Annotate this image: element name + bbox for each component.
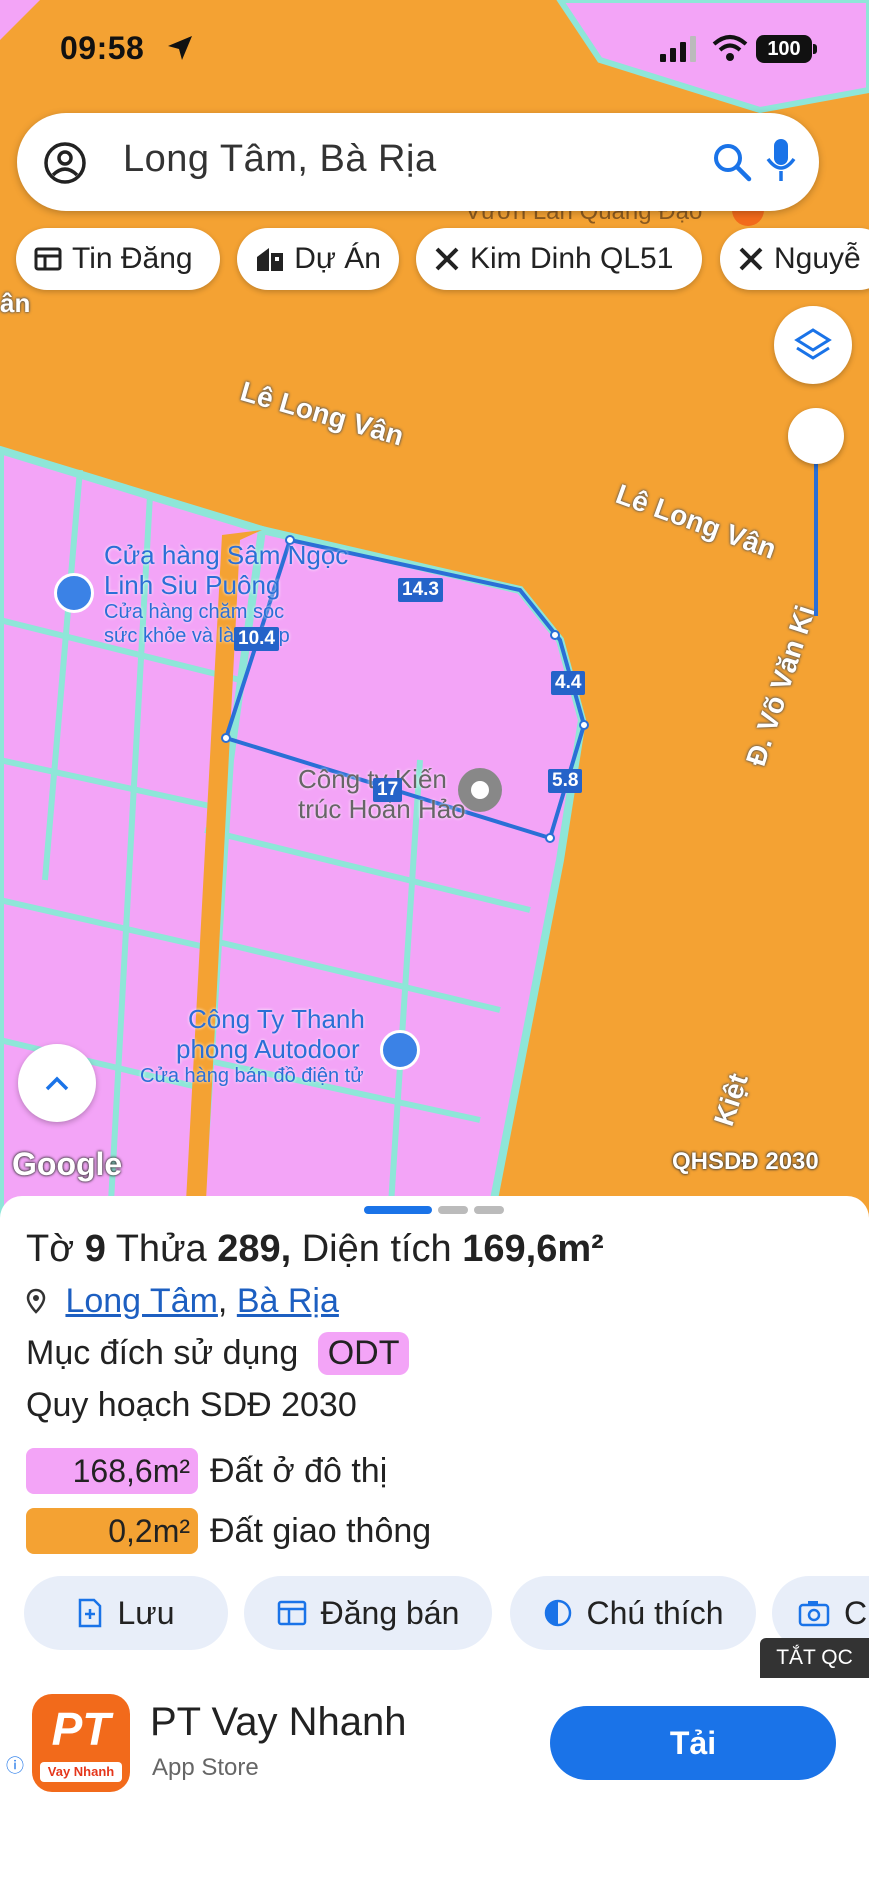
street-label: ân xyxy=(0,288,31,318)
chip-nguyen[interactable]: Nguyễ xyxy=(720,228,869,290)
chip-label: Kim Dinh QL51 xyxy=(470,242,674,275)
building-icon xyxy=(257,248,283,271)
chevron-up-icon xyxy=(45,1076,69,1091)
ad-subtitle: App Store xyxy=(152,1754,259,1781)
search-icon[interactable] xyxy=(711,141,753,183)
sheet-label: Tờ xyxy=(26,1228,75,1270)
area-label: Diện tích xyxy=(301,1228,452,1270)
poi-subtitle: Cửa hàng bán đồ điện tử xyxy=(140,1065,364,1087)
plan-label: Quy hoạch SDĐ 2030 xyxy=(26,1386,357,1424)
parcel-title: Tờ 9 Thửa 289, Diện tích 169,6m² xyxy=(26,1228,604,1271)
chip-du-an[interactable]: Dự Án xyxy=(237,228,399,290)
hide-ads-button[interactable]: TẮT QC xyxy=(760,1638,869,1678)
shop-icon[interactable] xyxy=(380,1030,420,1070)
action-label: Đăng bán xyxy=(320,1594,460,1631)
save-icon xyxy=(79,1598,102,1628)
ad-download-button[interactable]: Tải xyxy=(550,1706,836,1780)
battery-indicator: 100 xyxy=(756,35,812,63)
poi-title: Cửa hàng Sâm Ngọc xyxy=(104,540,349,570)
chip-label: Dự Án xyxy=(294,242,381,275)
tools-icon xyxy=(435,247,459,271)
area-row-urban: 168,6m² Đất ở đô thị xyxy=(26,1446,387,1496)
parcel-address: Long Tâm, Bà Rịa xyxy=(26,1282,339,1321)
parcel-label: Thửa xyxy=(115,1228,207,1270)
tools-icon xyxy=(739,247,763,271)
page-indicator-active xyxy=(364,1206,432,1214)
save-button[interactable]: Lưu xyxy=(24,1576,228,1650)
dimension-label: 4.4 xyxy=(551,671,586,695)
area-value-box: 0,2m² xyxy=(26,1508,198,1554)
area-type-label: Đất giao thông xyxy=(210,1511,432,1550)
layers-button[interactable] xyxy=(774,306,852,384)
parcel-number: 289, xyxy=(217,1228,292,1270)
chip-label: Tin Đăng xyxy=(72,242,193,275)
location-arrow-icon xyxy=(168,36,192,60)
battery-tip xyxy=(813,44,817,54)
dimension-label: 14.3 xyxy=(398,578,443,602)
poi-subtitle: Cửa hàng chăm sóc xyxy=(104,601,285,623)
poi-autodoor[interactable]: Công Ty Thanh phong Autodoor Cửa hàng bá… xyxy=(140,1004,365,1088)
land-purpose: Mục đích sử dụng ODT xyxy=(26,1332,410,1375)
ward-link[interactable]: Long Tâm xyxy=(65,1282,217,1320)
search-bar[interactable]: Long Tâm, Bà Rịa xyxy=(17,113,819,211)
account-icon[interactable] xyxy=(43,141,87,185)
camera-icon xyxy=(798,1601,830,1627)
page-indicator xyxy=(438,1206,468,1214)
shop-icon[interactable] xyxy=(54,573,94,613)
logo-subtext: Vay Nhanh xyxy=(40,1762,122,1782)
poi-title: Linh Siu Puông xyxy=(104,570,281,600)
area-value: 169,6m² xyxy=(462,1228,604,1270)
purpose-code-badge: ODT xyxy=(317,1332,410,1375)
expand-button[interactable] xyxy=(18,1044,96,1122)
dimension-label: 17 xyxy=(373,778,403,802)
wifi-icon xyxy=(712,35,748,61)
area-row-traffic: 0,2m² Đất giao thông xyxy=(26,1506,431,1556)
city-link[interactable]: Bà Rịa xyxy=(237,1282,339,1320)
action-label: Lưu xyxy=(117,1594,175,1631)
purpose-label: Mục đích sử dụng xyxy=(26,1334,299,1372)
logo-text: PT xyxy=(51,1703,111,1755)
google-attribution: Google xyxy=(12,1146,123,1182)
signal-icon xyxy=(660,36,696,62)
post-icon xyxy=(277,1600,306,1626)
status-bar: 09:58 100 xyxy=(0,0,869,100)
status-time: 09:58 xyxy=(60,30,145,66)
legend-button[interactable]: Chú thích xyxy=(510,1576,756,1650)
layers-icon xyxy=(794,328,832,360)
ad-title: PT Vay Nhanh xyxy=(150,1700,407,1744)
poi-title: phong Autodoor xyxy=(176,1034,360,1064)
poi-sam-ngoc-linh[interactable]: Cửa hàng Sâm Ngọc Linh Siu Puông Cửa hàn… xyxy=(104,540,348,648)
map-layer-label: QHSDĐ 2030 xyxy=(672,1148,819,1175)
post-sale-button[interactable]: Đăng bán xyxy=(244,1576,492,1650)
search-input[interactable]: Long Tâm, Bà Rịa xyxy=(123,138,437,181)
opacity-slider-thumb[interactable] xyxy=(788,408,844,464)
ad-banner[interactable]: ⓘ PT Vay Nhanh PT Vay Nhanh App Store Tả… xyxy=(0,1680,869,1880)
chip-label: Nguyễ xyxy=(774,242,861,275)
ad-app-logo: PT Vay Nhanh xyxy=(32,1694,130,1792)
ad-info-icon[interactable]: ⓘ xyxy=(6,1752,24,1778)
chip-tin-dang[interactable]: Tin Đăng xyxy=(16,228,220,290)
page-indicator xyxy=(474,1206,504,1214)
sheet-number: 9 xyxy=(84,1228,106,1270)
poi-title: Công Ty Thanh xyxy=(188,1004,365,1034)
news-icon xyxy=(34,247,62,271)
action-label: Chú thích xyxy=(586,1594,724,1631)
microphone-icon[interactable] xyxy=(765,137,797,185)
action-label: C xyxy=(844,1594,868,1631)
dimension-label: 10.4 xyxy=(234,627,279,651)
dimension-label: 5.8 xyxy=(548,769,583,793)
legend-icon xyxy=(544,1599,571,1627)
area-value-box: 168,6m² xyxy=(26,1448,198,1494)
poi-subtitle: sức khỏe và làm đẹp xyxy=(104,625,290,647)
location-pin-icon xyxy=(26,1288,46,1314)
area-type-label: Đất ở đô thị xyxy=(210,1451,388,1490)
chip-kim-dinh[interactable]: Kim Dinh QL51 xyxy=(416,228,702,290)
